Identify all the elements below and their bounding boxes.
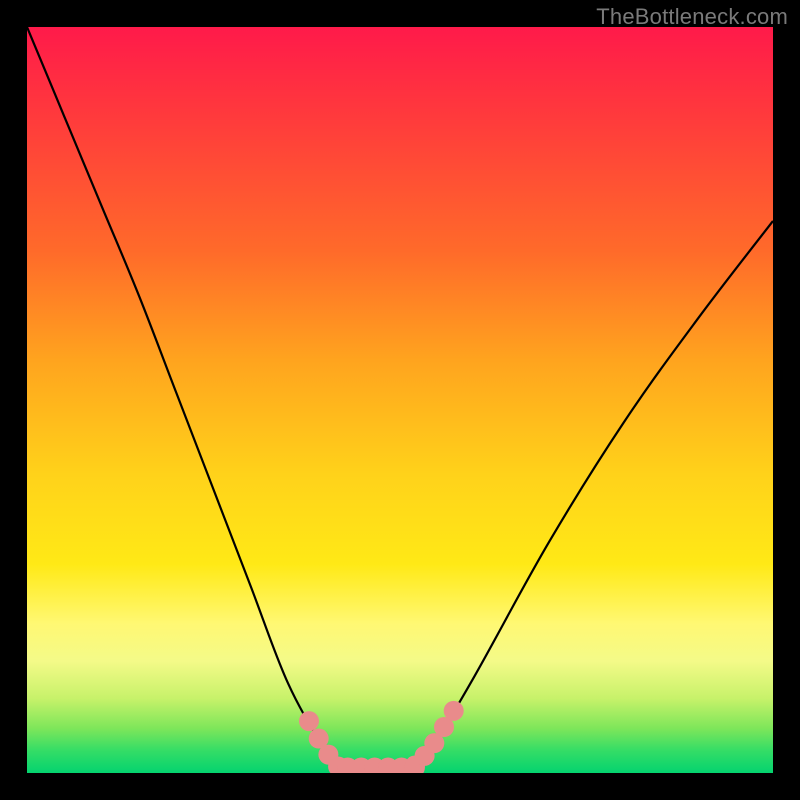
curve-layer [27, 27, 773, 773]
plot-area [27, 27, 773, 773]
minimum-markers [299, 701, 464, 773]
minimum-marker-dot [299, 711, 319, 731]
minimum-marker-dot [444, 701, 464, 721]
bottleneck-curve-path [27, 27, 773, 773]
chart-stage: TheBottleneck.com [0, 0, 800, 800]
